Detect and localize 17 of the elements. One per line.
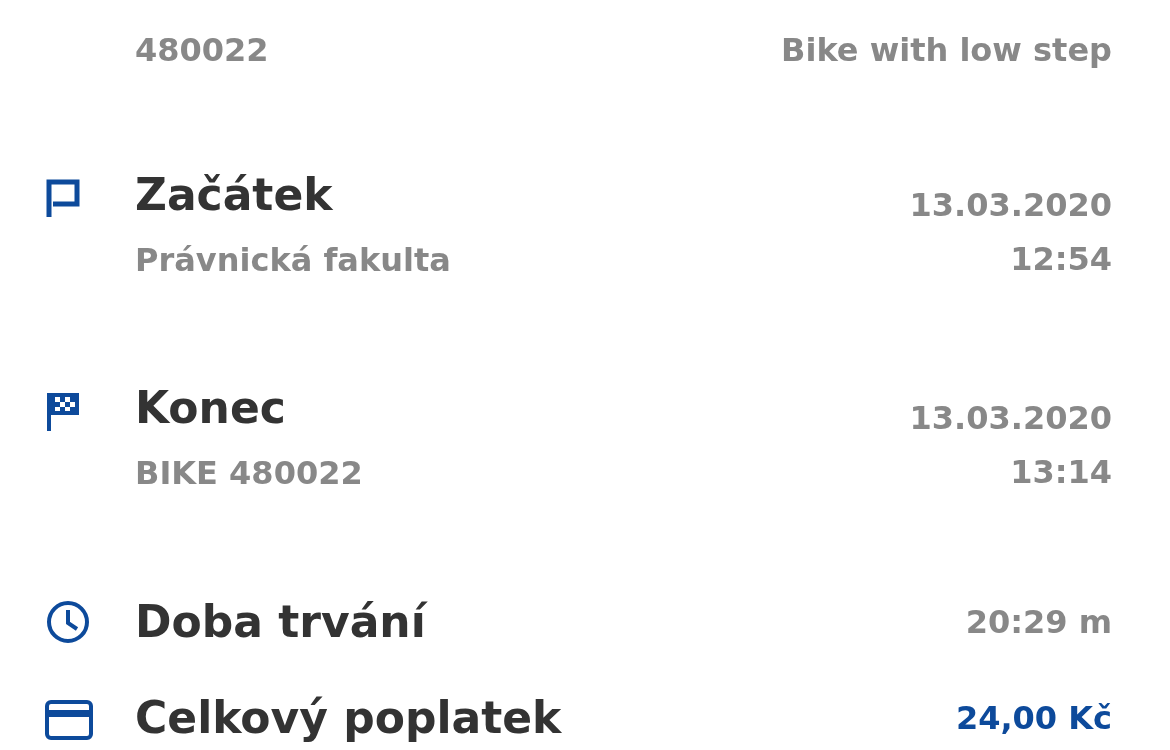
- price-value: 24,00 Kč: [955, 698, 1112, 739]
- row-value: 12:54: [1010, 239, 1112, 280]
- row-value: Bike with low step: [781, 30, 1112, 71]
- row-value: 13.03.2020: [909, 398, 1112, 439]
- card-icon: [45, 700, 93, 740]
- flag-icon: [45, 179, 83, 219]
- row-title: Začátek: [135, 168, 333, 222]
- row-subtitle: BIKE 480022: [135, 453, 363, 494]
- row-title: Doba trvání: [135, 595, 426, 649]
- clock-icon: [45, 599, 91, 645]
- row-value: 20:29 m: [965, 602, 1112, 643]
- row-title: Celkový poplatek: [135, 691, 562, 745]
- row-subtitle: Právnická fakulta: [135, 240, 451, 281]
- row-title: Konec: [135, 381, 286, 435]
- row-subtitle: 480022: [135, 30, 269, 71]
- row-value: 13:14: [1010, 452, 1112, 493]
- row-value: 13.03.2020: [909, 185, 1112, 226]
